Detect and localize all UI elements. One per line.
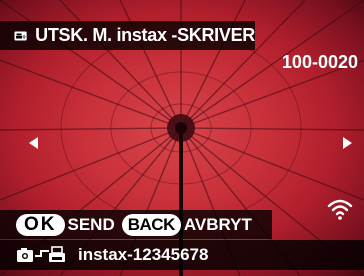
printer-wifi-icon	[14, 30, 27, 41]
previous-image-arrow[interactable]	[29, 137, 38, 149]
title-bar: UTSK. M. instax -SKRIVER	[0, 21, 255, 50]
page-title: UTSK. M. instax -SKRIVER	[35, 25, 255, 45]
ok-button[interactable]: OK	[16, 213, 65, 236]
file-number: 100-0020	[281, 52, 358, 72]
action-bar: OK SEND BACK AVBRYT	[0, 210, 272, 239]
status-bar: instax-12345678	[0, 240, 364, 270]
cancel-label: AVBRYT	[183, 214, 252, 234]
send-label: SEND	[67, 214, 115, 234]
wifi-icon	[327, 199, 353, 220]
printer-name: instax-12345678	[78, 245, 209, 264]
next-image-arrow[interactable]	[343, 137, 352, 149]
back-button[interactable]: BACK	[121, 213, 181, 236]
playback-screen: UTSK. M. instax -SKRIVER 100-0020 OK SEN…	[0, 0, 364, 276]
camera-to-printer-icon	[17, 246, 65, 262]
